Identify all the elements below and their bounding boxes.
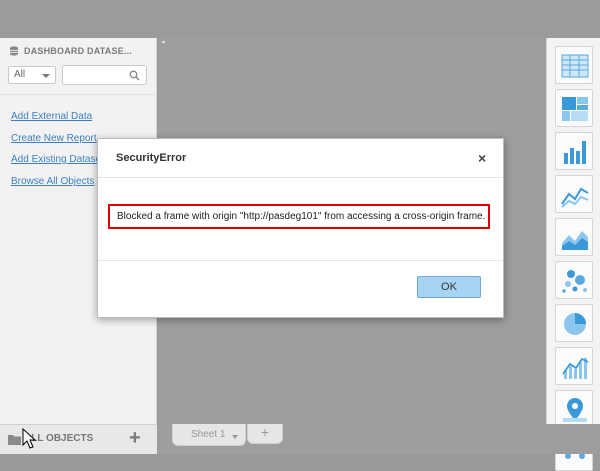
- error-message: Blocked a frame with origin "http://pasd…: [117, 211, 486, 222]
- browse-all-objects-link[interactable]: Browse All Objects: [11, 176, 94, 187]
- map-icon: [563, 398, 587, 422]
- chevron-down-icon: [42, 74, 50, 78]
- dialog-title: SecurityError: [116, 152, 187, 164]
- add-existing-dataset-link[interactable]: Add Existing Datase: [11, 154, 101, 165]
- create-new-report-link[interactable]: Create New Report: [11, 133, 97, 144]
- chevron-down-icon[interactable]: [232, 435, 238, 439]
- line-chart-button[interactable]: [555, 175, 593, 213]
- tab-sheet-1[interactable]: Sheet 1: [172, 424, 246, 446]
- pie-chart-icon: [564, 313, 586, 335]
- combo-chart-button[interactable]: [555, 347, 593, 385]
- folder-icon: [8, 435, 21, 445]
- filter-select[interactable]: All: [8, 66, 56, 84]
- line-chart-icon: [561, 187, 589, 208]
- bar-chart-icon: [564, 141, 586, 164]
- dataset-header: DASHBOARD DATASE...: [9, 44, 132, 58]
- mouse-pointer-icon: [22, 428, 36, 449]
- map-button[interactable]: [555, 390, 593, 428]
- add-object-button[interactable]: +: [129, 427, 141, 450]
- error-message-box: Blocked a frame with origin "http://pasd…: [108, 204, 490, 229]
- database-icon: [10, 46, 18, 56]
- ok-button[interactable]: OK: [417, 276, 481, 298]
- search-input[interactable]: [62, 65, 147, 85]
- add-external-data-link[interactable]: Add External Data: [11, 111, 92, 122]
- dialog-footer-divider: [98, 260, 503, 261]
- filter-value: All: [14, 69, 26, 80]
- bubble-chart-button[interactable]: [555, 261, 593, 299]
- heatmap-icon: [562, 97, 588, 121]
- pie-chart-button[interactable]: [555, 304, 593, 342]
- dataset-title: DASHBOARD DATASE...: [24, 46, 132, 56]
- area-chart-icon: [562, 231, 588, 250]
- add-sheet-button[interactable]: +: [247, 424, 283, 444]
- sheet-tab-label: Sheet 1: [191, 429, 226, 440]
- canvas-marker: [162, 41, 165, 43]
- combo-chart-icon: [562, 357, 589, 379]
- panel-divider: [0, 94, 157, 95]
- grid-table-icon: [561, 54, 589, 78]
- close-button[interactable]: ×: [478, 150, 486, 166]
- top-bar: [0, 0, 600, 38]
- visualization-toolbar: [546, 38, 600, 471]
- dialog-header-divider: [98, 177, 503, 178]
- security-error-dialog: SecurityError × Blocked a frame with ori…: [97, 138, 504, 318]
- area-chart-button[interactable]: [555, 218, 593, 256]
- bar-chart-button[interactable]: [555, 132, 593, 170]
- bubble-chart-icon: [562, 270, 587, 293]
- search-icon: [129, 70, 140, 81]
- heatmap-button[interactable]: [555, 89, 593, 127]
- grid-table-button[interactable]: [555, 46, 593, 84]
